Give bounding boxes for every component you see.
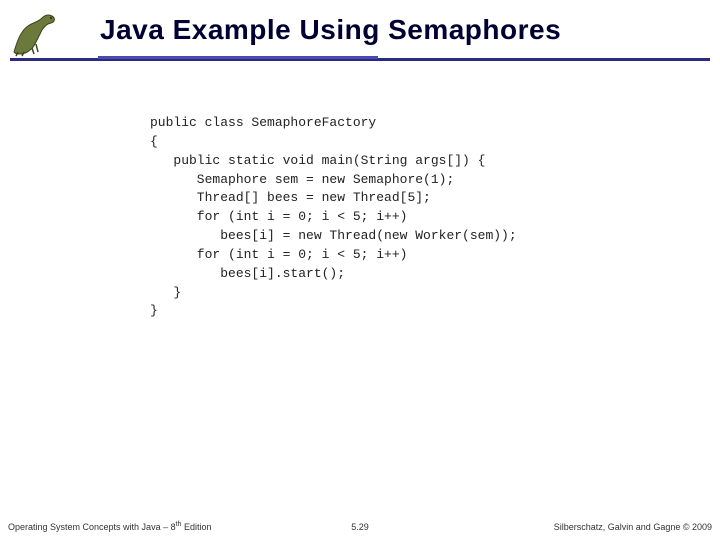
code-line: bees[i].start(); (150, 265, 517, 284)
code-line: for (int i = 0; i < 5; i++) (150, 246, 517, 265)
code-line: } (150, 302, 517, 321)
slide-header: Java Example Using Semaphores (0, 0, 720, 72)
code-line: } (150, 284, 517, 303)
slide-title: Java Example Using Semaphores (100, 14, 561, 46)
code-line: public class SemaphoreFactory (150, 114, 517, 133)
code-line: Semaphore sem = new Semaphore(1); (150, 171, 517, 190)
footer-left: Operating System Concepts with Java – 8t… (8, 521, 211, 532)
code-line: { (150, 133, 517, 152)
code-block: public class SemaphoreFactory { public s… (150, 114, 517, 321)
code-line: public static void main(String args[]) { (150, 152, 517, 171)
title-underline-accent (98, 56, 378, 59)
code-line: for (int i = 0; i < 5; i++) (150, 208, 517, 227)
code-line: bees[i] = new Thread(new Worker(sem)); (150, 227, 517, 246)
page-number: 5.29 (351, 522, 369, 532)
slide-footer: Operating System Concepts with Java – 8t… (0, 516, 720, 532)
footer-left-prefix: Operating System Concepts with Java – 8 (8, 522, 176, 532)
footer-copyright: Silberschatz, Galvin and Gagne © 2009 (554, 522, 712, 532)
code-line: Thread[] bees = new Thread[5]; (150, 189, 517, 208)
dinosaur-logo-icon (8, 8, 60, 58)
footer-left-suffix: Edition (181, 522, 211, 532)
